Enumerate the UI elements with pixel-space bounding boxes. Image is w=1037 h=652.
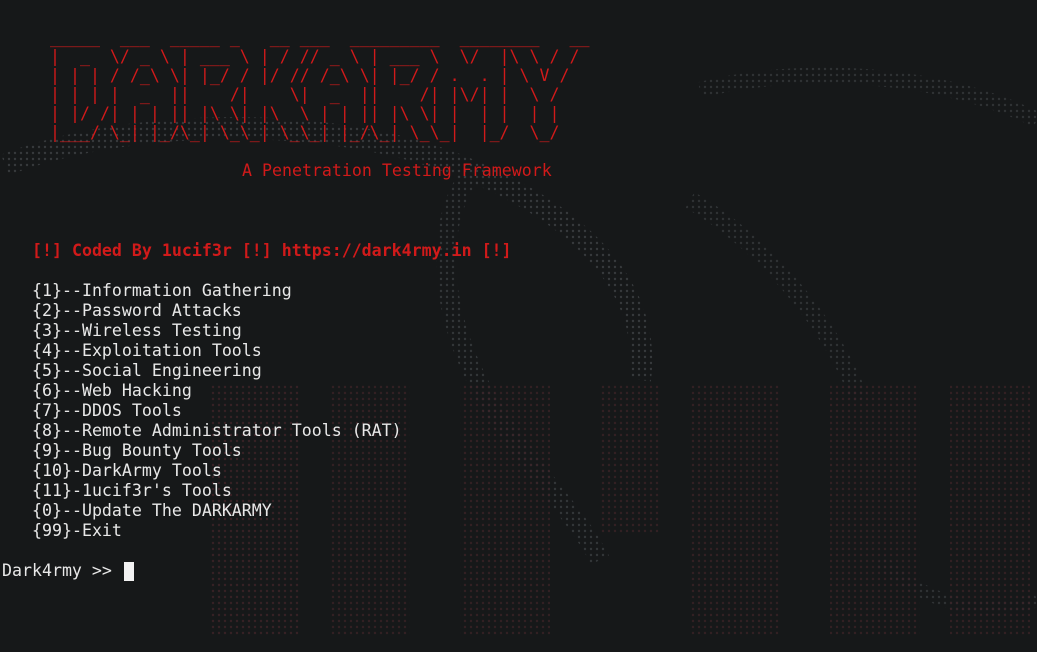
menu-item-information-gathering: {1}--Information Gathering bbox=[32, 281, 292, 300]
menu-item-exploitation-tools: {4}--Exploitation Tools bbox=[32, 341, 262, 360]
darkarmy-ascii-banner: _____ ___ _____ _ __ ___ _________ _____… bbox=[49, 28, 590, 142]
menu-item-wireless-testing: {3}--Wireless Testing bbox=[32, 321, 242, 340]
menu-item-rat-tools: {8}--Remote Administrator Tools (RAT) bbox=[32, 421, 402, 440]
menu-item-darkarmy-tools: {10}-DarkArmy Tools bbox=[32, 461, 222, 480]
text-cursor[interactable] bbox=[123, 561, 134, 581]
menu-item-web-hacking: {6}--Web Hacking bbox=[32, 381, 192, 400]
menu-item-update-darkarmy: {0}--Update The DARKARMY bbox=[32, 501, 272, 520]
menu-item-password-attacks: {2}--Password Attacks bbox=[32, 301, 242, 320]
command-prompt[interactable]: Dark4rmy >> bbox=[2, 561, 134, 581]
terminal-window[interactable]: _____ ___ _____ _ __ ___ _________ _____… bbox=[0, 0, 1037, 652]
menu-item-bug-bounty-tools: {9}--Bug Bounty Tools bbox=[32, 441, 242, 460]
menu-item-1ucif3r-tools: {11}-1ucif3r's Tools bbox=[32, 481, 232, 500]
tool-menu: {1}--Information Gathering {2}--Password… bbox=[32, 281, 402, 541]
prompt-text: Dark4rmy >> bbox=[2, 561, 122, 580]
author-credit-line: [!] Coded By 1ucif3r [!] https://dark4rm… bbox=[32, 241, 512, 260]
menu-item-exit: {99}-Exit bbox=[32, 521, 122, 540]
banner-subtitle: A Penetration Testing Framework bbox=[242, 161, 552, 180]
menu-item-ddos-tools: {7}--DDOS Tools bbox=[32, 401, 182, 420]
menu-item-social-engineering: {5}--Social Engineering bbox=[32, 361, 262, 380]
